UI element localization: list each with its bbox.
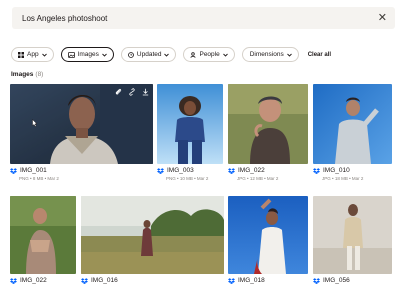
dropbox-icon bbox=[10, 277, 17, 284]
section-title: Images (8) bbox=[11, 71, 43, 78]
dropbox-icon bbox=[313, 277, 320, 284]
image-details: JPG • 12 MB • Mar 2 bbox=[237, 176, 279, 181]
image-thumbnail[interactable] bbox=[157, 84, 223, 164]
section-count: (8) bbox=[35, 71, 44, 78]
chevron-down-icon bbox=[164, 53, 170, 57]
image-thumbnail[interactable] bbox=[10, 84, 153, 164]
close-icon[interactable]: ✕ bbox=[378, 12, 387, 24]
image-meta: IMG_016 bbox=[81, 277, 118, 284]
filter-images-label: Images bbox=[77, 51, 99, 58]
image-name[interactable]: IMG_001 bbox=[20, 167, 47, 174]
image-meta: IMG_010 JPG • 18 MB • Mar 2 bbox=[313, 167, 363, 181]
paperclip-icon[interactable] bbox=[115, 88, 122, 96]
chevron-down-icon bbox=[41, 53, 47, 57]
image-thumbnail[interactable] bbox=[10, 196, 76, 274]
image-name[interactable]: IMG_018 bbox=[238, 277, 265, 284]
filter-dimensions-label: Dimensions bbox=[249, 51, 284, 58]
chevron-down-icon bbox=[102, 53, 107, 57]
filter-people[interactable]: People bbox=[183, 47, 235, 62]
image-meta: IMG_022 bbox=[10, 277, 47, 284]
image-details: PNG • 8 MB • Mar 2 bbox=[19, 176, 59, 181]
filter-bar: App Images Updated People Dimensions Cle… bbox=[11, 46, 331, 63]
pointer-cursor-icon bbox=[32, 114, 38, 132]
dropbox-icon bbox=[10, 167, 17, 174]
filter-updated[interactable]: Updated bbox=[120, 47, 177, 62]
image-meta: IMG_001 PNG • 8 MB • Mar 2 bbox=[10, 167, 59, 181]
filter-images[interactable]: Images bbox=[60, 47, 114, 62]
filter-app-label: App bbox=[27, 51, 39, 58]
section-title-label: Images bbox=[11, 71, 34, 78]
clear-all-button[interactable]: Clear all bbox=[308, 52, 331, 58]
grid-icon bbox=[18, 51, 24, 58]
image-thumbnail[interactable] bbox=[228, 84, 308, 164]
filter-updated-label: Updated bbox=[136, 51, 162, 58]
dropbox-icon bbox=[313, 167, 320, 174]
image-icon bbox=[67, 51, 75, 58]
clock-icon bbox=[128, 51, 134, 58]
image-name[interactable]: IMG_016 bbox=[91, 277, 118, 284]
filter-people-label: People bbox=[199, 51, 220, 58]
image-meta: IMG_056 bbox=[313, 277, 350, 284]
image-thumbnail[interactable] bbox=[81, 196, 224, 274]
image-details: JPG • 18 MB • Mar 2 bbox=[322, 176, 364, 181]
chevron-down-icon bbox=[286, 53, 292, 57]
image-name[interactable]: IMG_056 bbox=[323, 277, 350, 284]
image-thumbnail[interactable] bbox=[313, 196, 392, 274]
chevron-down-icon bbox=[222, 53, 228, 57]
dropbox-icon bbox=[157, 167, 164, 174]
search-bar[interactable]: Los Angeles photoshoot ✕ bbox=[12, 7, 395, 29]
filter-dimensions[interactable]: Dimensions bbox=[241, 47, 299, 62]
image-meta: IMG_018 bbox=[228, 277, 265, 284]
image-name[interactable]: IMG_003 bbox=[167, 167, 194, 174]
thumbnail-actions bbox=[115, 88, 149, 96]
link-icon[interactable] bbox=[128, 88, 136, 96]
image-details: PNG • 10 MB • Mar 2 bbox=[166, 176, 209, 181]
dropbox-icon bbox=[228, 277, 235, 284]
image-meta: IMG_003 PNG • 10 MB • Mar 2 bbox=[157, 167, 208, 181]
dropbox-icon bbox=[81, 277, 88, 284]
image-name[interactable]: IMG_022 bbox=[20, 277, 47, 284]
search-input[interactable]: Los Angeles photoshoot bbox=[22, 14, 378, 23]
download-icon[interactable] bbox=[142, 88, 149, 96]
image-thumbnail[interactable] bbox=[313, 84, 392, 164]
image-name[interactable]: IMG_022 bbox=[238, 167, 265, 174]
image-meta: IMG_022 JPG • 12 MB • Mar 2 bbox=[228, 167, 278, 181]
person-icon bbox=[190, 51, 197, 58]
image-name[interactable]: IMG_010 bbox=[323, 167, 350, 174]
filter-app[interactable]: App bbox=[11, 47, 54, 62]
dropbox-icon bbox=[228, 167, 235, 174]
image-thumbnail[interactable] bbox=[228, 196, 308, 274]
